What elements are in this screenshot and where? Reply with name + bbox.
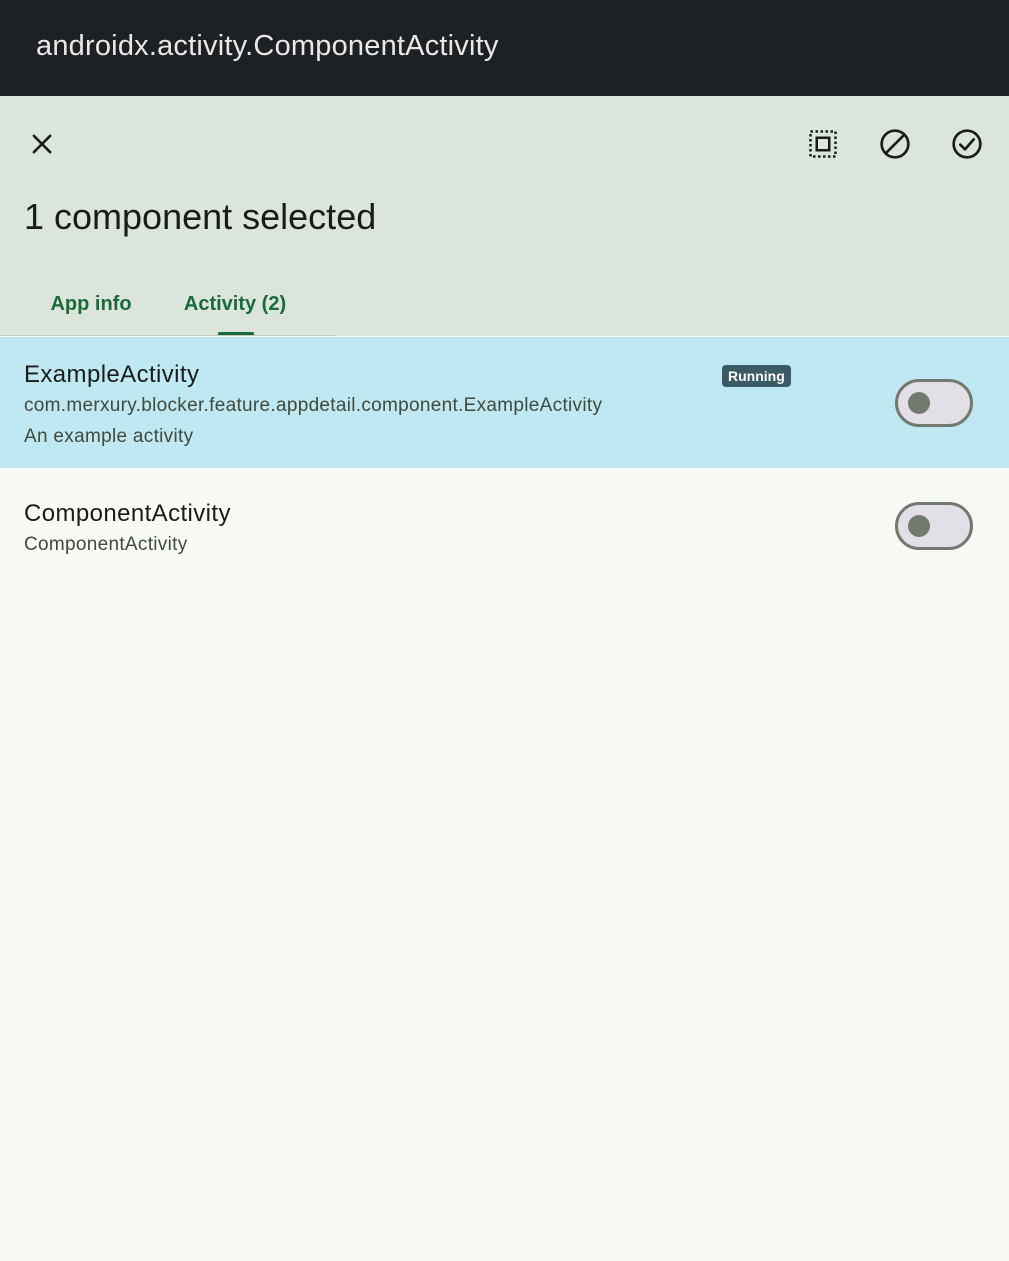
tab-indicator (218, 332, 254, 335)
component-package: com.merxury.blocker.feature.appdetail.co… (24, 395, 603, 416)
tab-activity[interactable]: Activity (2) (172, 272, 298, 336)
component-name: ExampleActivity (24, 361, 200, 388)
window-title: androidx.activity.ComponentActivity (36, 30, 499, 62)
selection-app-bar: 1 component selected App info Activity (… (0, 96, 1009, 336)
selection-title: 1 component selected (24, 196, 377, 237)
component-toggle[interactable] (895, 502, 973, 550)
toggle-knob (908, 515, 930, 537)
list-item[interactable]: ComponentActivity ComponentActivity (0, 468, 1009, 576)
tab-bar: App info Activity (2) (0, 272, 336, 336)
toggle-knob (908, 392, 930, 414)
enable-button[interactable] (943, 120, 991, 168)
block-button[interactable] (871, 120, 919, 168)
select-all-icon (809, 130, 837, 158)
close-icon (32, 134, 52, 154)
tab-app-info[interactable]: App info (40, 272, 142, 336)
component-toggle[interactable] (895, 379, 973, 427)
list-item[interactable]: ExampleActivity com.merxury.blocker.feat… (0, 337, 1009, 468)
close-button[interactable] (18, 120, 66, 168)
check-circle-icon (952, 129, 982, 159)
block-icon (880, 129, 910, 159)
component-description: An example activity (24, 426, 194, 447)
select-all-button[interactable] (799, 120, 847, 168)
status-badge: Running (722, 365, 791, 387)
component-name: ComponentActivity (24, 500, 231, 527)
window-titlebar: androidx.activity.ComponentActivity (0, 0, 1009, 96)
component-package: ComponentActivity (24, 534, 188, 555)
